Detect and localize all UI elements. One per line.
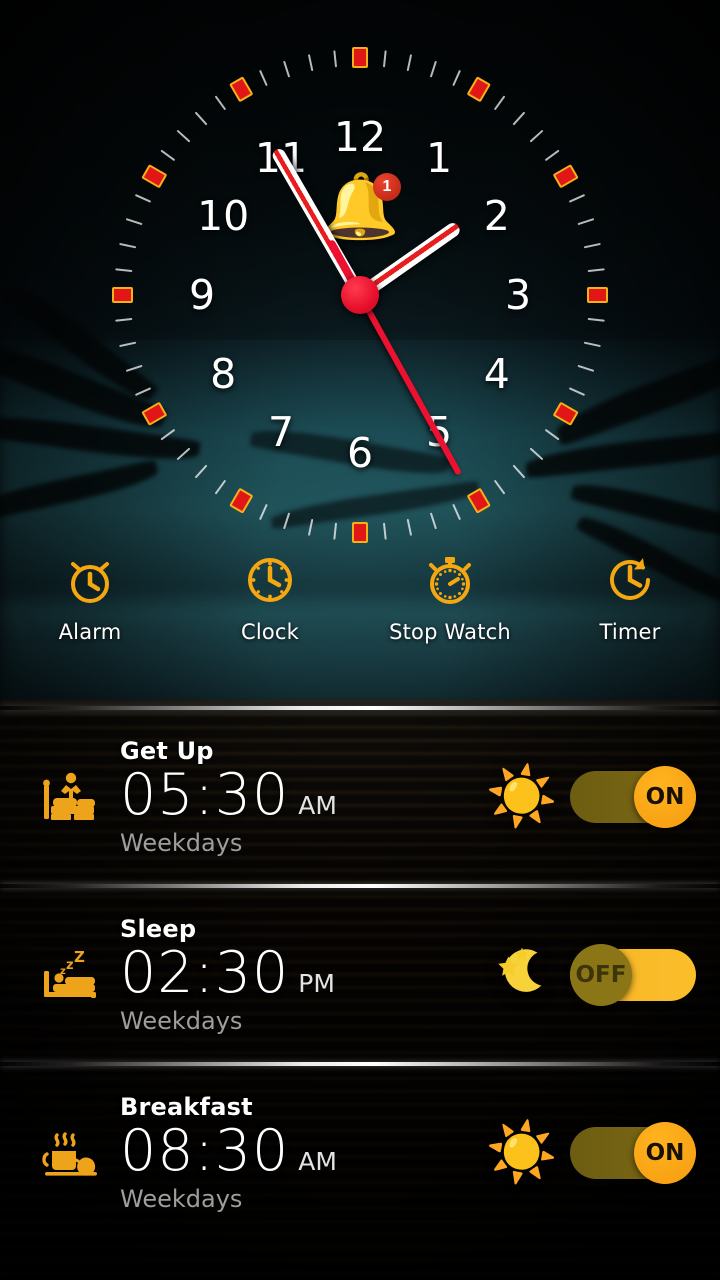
nav-item-stopwatch[interactable]: Stop Watch <box>370 552 530 644</box>
clock-center-hub <box>341 276 379 314</box>
alarm-label: Sleep <box>120 915 197 944</box>
alarm-time: 08:30 <box>120 1118 290 1185</box>
clock-icon <box>242 552 298 608</box>
nav-label-timer: Timer <box>599 620 661 644</box>
nav-item-clock[interactable]: Clock <box>190 552 350 644</box>
clock-numeral: 2 <box>483 192 510 240</box>
nav-item-timer[interactable]: Timer <box>550 552 710 644</box>
alarm-time-row: 08:30 AM <box>120 1118 474 1185</box>
alarm-repeat-days: Weekdays <box>120 1184 243 1213</box>
nav-item-alarm[interactable]: Alarm <box>10 552 170 644</box>
clock-numeral: 7 <box>267 407 295 456</box>
nav-label-clock: Clock <box>240 620 300 644</box>
clock-numeral: 1 <box>425 134 453 183</box>
nav-label-stopwatch: Stop Watch <box>389 620 511 644</box>
clock-numeral: 9 <box>188 271 216 319</box>
bell-badge: 1 <box>373 173 401 201</box>
alarm-toggle[interactable]: ON <box>570 1122 696 1184</box>
toggle-knob: OFF <box>570 944 632 1006</box>
wake-up-in-bed-icon <box>34 765 108 829</box>
alarm-repeat-days: Weekdays <box>120 828 243 857</box>
timer-icon <box>602 552 658 608</box>
analog-clock[interactable]: 121234567891011 🔔 1 <box>110 45 610 545</box>
crescent-moon-stars-icon <box>474 939 570 1011</box>
clock-numeral: 8 <box>210 350 237 398</box>
alarm-toggle[interactable]: ON <box>570 766 696 828</box>
alarm-toggle[interactable]: OFF <box>570 944 696 1006</box>
mode-nav: Alarm Clock Stop Watch Timer <box>0 552 720 644</box>
alarm-details: Breakfast 08:30 AM Weekdays <box>108 1093 474 1213</box>
toggle-knob: ON <box>634 1122 696 1184</box>
alarm-repeat-days: Weekdays <box>120 1006 243 1035</box>
coffee-cup-teapot-icon <box>34 1121 108 1185</box>
alarm-details: Sleep 02:30 PM Weekdays <box>108 915 474 1035</box>
alarm-label: Get Up <box>120 737 214 766</box>
alarm-details: Get Up 05:30 AM Weekdays <box>108 737 474 857</box>
svg-text:Z: Z <box>74 948 85 966</box>
alarm-time-row: 05:30 AM <box>120 762 474 829</box>
sleeping-in-bed-icon: z Z z <box>34 943 108 1007</box>
alarm-meridiem: PM <box>298 969 335 999</box>
clock-numeral: 12 <box>333 113 387 161</box>
clock-numeral: 10 <box>197 192 250 240</box>
nav-label-alarm: Alarm <box>58 620 122 644</box>
alarm-meridiem: AM <box>298 1147 337 1177</box>
svg-text:z: z <box>66 958 74 973</box>
alarm-row-breakfast[interactable]: Breakfast 08:30 AM Weekdays ☀️ ON <box>0 1066 720 1240</box>
clock-numeral: 6 <box>346 429 374 477</box>
stopwatch-icon <box>422 552 478 608</box>
alarm-list: Get Up 05:30 AM Weekdays ☀️ ON z Z z Sle… <box>0 706 720 1240</box>
sun-smiling-icon: ☀️ <box>485 1120 559 1185</box>
alarm-row-get-up[interactable]: Get Up 05:30 AM Weekdays ☀️ ON <box>0 710 720 884</box>
clock-numeral: 4 <box>483 350 510 398</box>
alarm-time: 02:30 <box>120 940 290 1007</box>
alarm-clock-icon <box>62 552 118 608</box>
alarm-label: Breakfast <box>120 1093 253 1122</box>
toggle-knob: ON <box>634 766 696 828</box>
alarm-time-row: 02:30 PM <box>120 940 474 1007</box>
alarm-clock-screen: 121234567891011 🔔 1 Alarm <box>0 0 720 1280</box>
alarm-meridiem: AM <box>298 791 337 821</box>
svg-text:z: z <box>60 966 66 977</box>
sun-smiling-icon: ☀️ <box>485 764 559 829</box>
clock-numeral: 3 <box>504 271 532 319</box>
alarm-row-sleep[interactable]: z Z z Sleep 02:30 PM Weekdays OFF <box>0 888 720 1062</box>
alarm-time: 05:30 <box>120 762 290 829</box>
